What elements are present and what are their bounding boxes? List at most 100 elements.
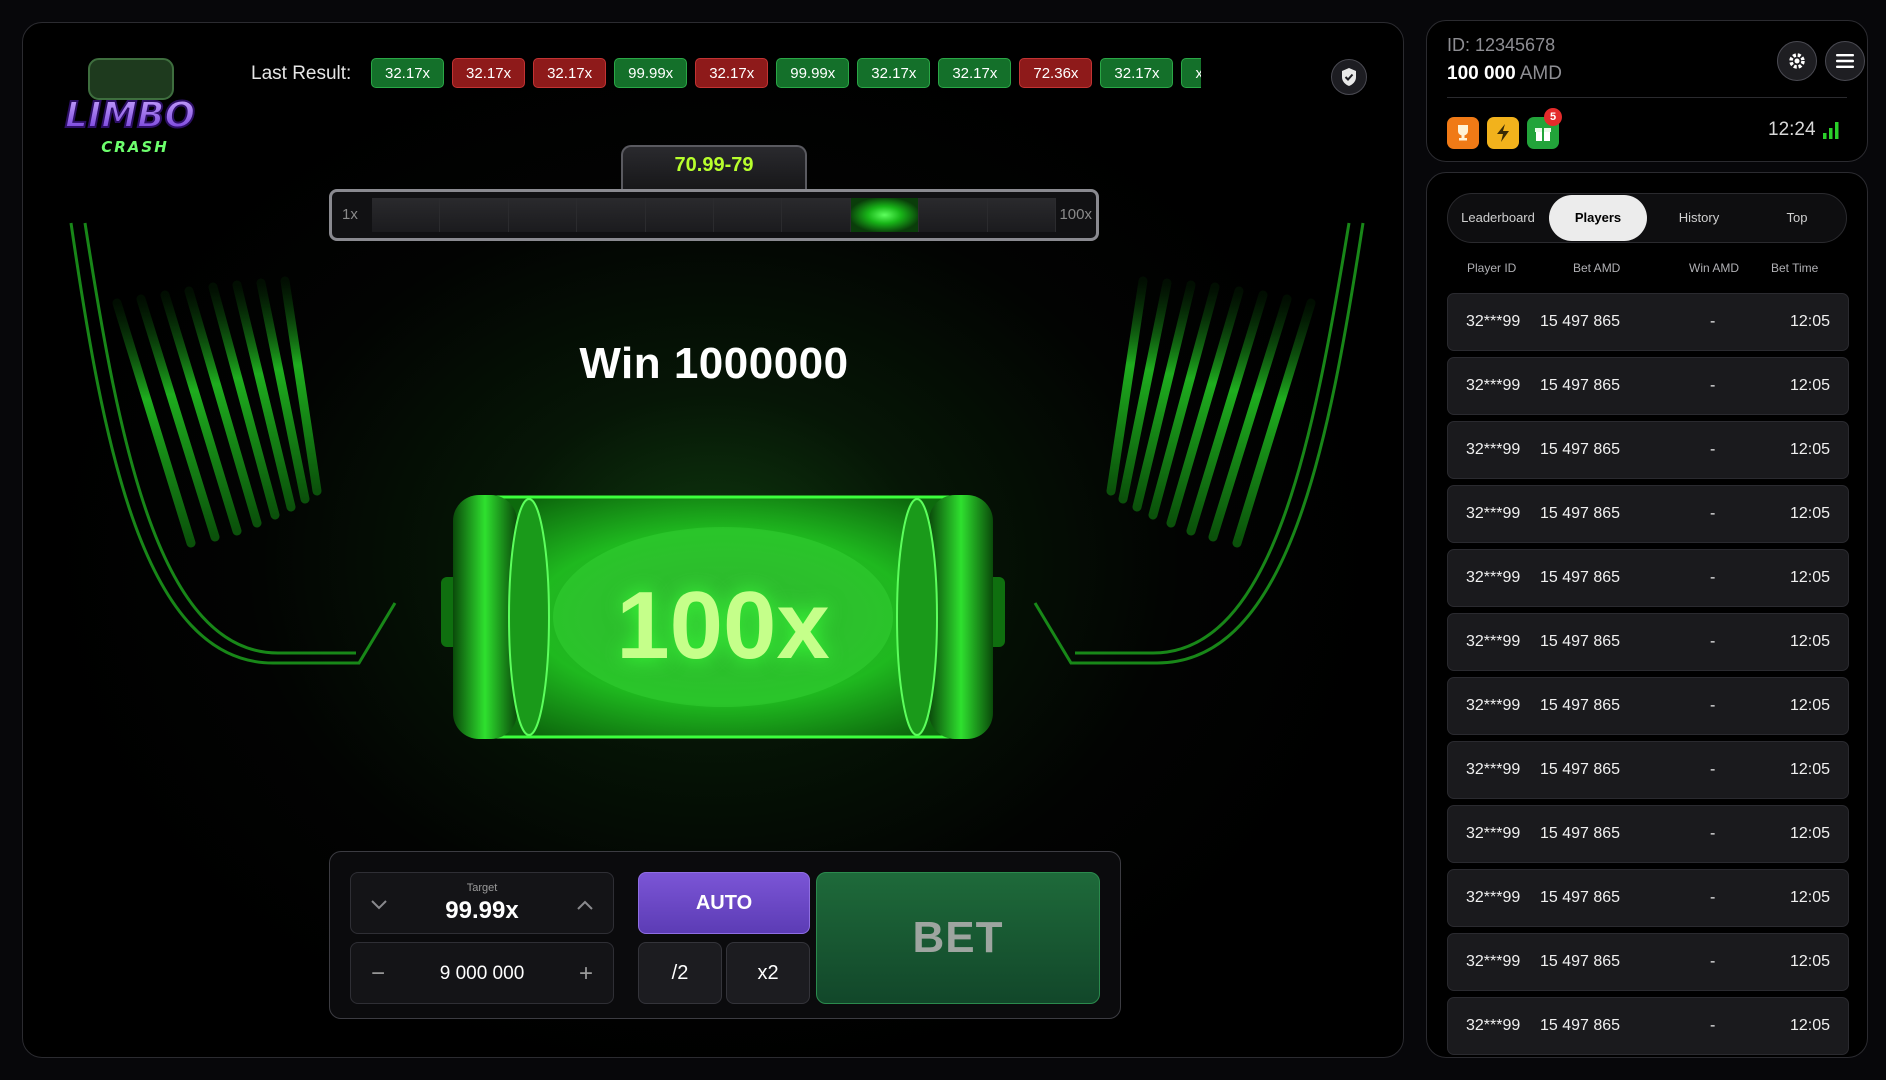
chevron-up-icon xyxy=(577,900,593,910)
row-bet-time: 12:05 xyxy=(1789,953,1830,970)
last-result-chip: 72.36x xyxy=(1019,58,1093,88)
row-win: - xyxy=(1710,953,1716,970)
bet-amount-value[interactable]: 9 000 000 xyxy=(351,963,613,985)
range-segment xyxy=(782,198,851,232)
lightning-icon xyxy=(1497,124,1509,142)
row-player-id: 32***99 xyxy=(1466,633,1521,650)
row-bet: 15 497 865 xyxy=(1540,761,1621,778)
row-bet-time: 12:05 xyxy=(1789,697,1830,714)
target-increase-button[interactable] xyxy=(571,891,599,919)
menu-button[interactable] xyxy=(1825,41,1865,81)
row-bet: 15 497 865 xyxy=(1540,697,1621,714)
row-player-id: 32***99 xyxy=(1466,569,1521,586)
row-bet-time: 12:05 xyxy=(1789,377,1830,394)
clock: 12:24 xyxy=(1768,119,1816,140)
last-result-chip: 32.17x xyxy=(857,58,931,88)
player-row: 32***99 15 497 865 - 12:05 xyxy=(1447,741,1849,799)
shield-icon xyxy=(1342,68,1356,86)
range-segment-active xyxy=(850,198,920,232)
row-bet-time: 12:05 xyxy=(1789,761,1830,778)
row-bet: 15 497 865 xyxy=(1540,441,1621,458)
svg-text:LIMBO: LIMBO xyxy=(65,95,195,136)
bet-button[interactable]: BET xyxy=(816,872,1100,1004)
row-win: - xyxy=(1710,441,1716,458)
row-bet: 15 497 865 xyxy=(1540,569,1621,586)
tab-top[interactable]: Top xyxy=(1748,194,1846,242)
increase-amount-button[interactable]: + xyxy=(579,960,593,988)
trophy-button[interactable] xyxy=(1447,117,1479,149)
lightning-button[interactable] xyxy=(1487,117,1519,149)
row-bet-time: 12:05 xyxy=(1789,569,1830,586)
tab-leaderboard[interactable]: Leaderboard xyxy=(1448,194,1548,242)
settings-button[interactable] xyxy=(1777,41,1817,81)
player-row: 32***99 15 497 865 - 12:05 xyxy=(1447,549,1849,607)
range-segment xyxy=(577,198,646,232)
row-player-id: 32***99 xyxy=(1466,761,1521,778)
row-win: - xyxy=(1710,825,1716,842)
range-segment xyxy=(645,198,715,232)
row-bet-time: 12:05 xyxy=(1789,633,1830,650)
range-min-label: 1x xyxy=(342,206,358,223)
row-bet: 15 497 865 xyxy=(1540,505,1621,522)
last-result-label: Last Result: xyxy=(251,63,352,84)
row-win: - xyxy=(1710,633,1716,650)
column-win: Win AMD xyxy=(1689,261,1740,275)
player-row: 32***99 15 497 865 - 12:05 xyxy=(1447,421,1849,479)
column-bet-time: Bet Time xyxy=(1771,261,1819,275)
halve-bet-button[interactable]: /2 xyxy=(638,942,722,1004)
row-win: - xyxy=(1710,697,1716,714)
bet-amount-field[interactable]: − 9 000 000 + xyxy=(350,942,614,1004)
svg-text:CRASH: CRASH xyxy=(101,138,169,156)
column-bet: Bet AMD xyxy=(1573,261,1621,275)
row-win: - xyxy=(1710,1017,1716,1034)
hamburger-menu-icon xyxy=(1836,54,1854,68)
last-result-chip: 32.17x xyxy=(695,58,769,88)
player-row: 32***99 15 497 865 - 12:05 xyxy=(1447,677,1849,735)
multiplier-battery: 100x xyxy=(417,467,1029,767)
signal-icon xyxy=(1823,122,1839,139)
row-bet-time: 12:05 xyxy=(1789,889,1830,906)
row-player-id: 32***99 xyxy=(1466,697,1521,714)
row-bet-time: 12:05 xyxy=(1789,505,1830,522)
range-segment xyxy=(440,198,509,232)
balance: 100 000 AMD xyxy=(1447,63,1562,85)
player-row: 32***99 15 497 865 - 12:05 xyxy=(1447,357,1849,415)
players-tabs: Leaderboard Players History Top xyxy=(1447,193,1847,243)
row-bet: 15 497 865 xyxy=(1540,313,1621,330)
row-player-id: 32***99 xyxy=(1466,1017,1521,1034)
player-row: 32***99 15 497 865 - 12:05 xyxy=(1447,869,1849,927)
row-player-id: 32***99 xyxy=(1466,953,1521,970)
player-row: 32***99 15 497 865 - 12:05 xyxy=(1447,997,1849,1055)
balance-currency: AMD xyxy=(1519,63,1562,84)
row-player-id: 32***99 xyxy=(1466,313,1521,330)
row-player-id: 32***99 xyxy=(1466,505,1521,522)
row-bet: 15 497 865 xyxy=(1540,377,1621,394)
gift-icon xyxy=(1535,128,1551,141)
last-results-strip: 32.17x 32.17x 32.17x 99.99x 32.17x 99.99x 32.1… xyxy=(371,58,1201,88)
last-result-chip: 32.17x xyxy=(1100,58,1174,88)
target-multiplier-field[interactable]: Target 99.99x xyxy=(350,872,614,934)
player-row: 32***99 15 497 865 - 12:05 xyxy=(1447,613,1849,671)
player-row: 32***99 15 497 865 - 12:05 xyxy=(1447,805,1849,863)
row-win: - xyxy=(1710,761,1716,778)
last-result-chip: 32.17x xyxy=(371,58,445,88)
row-bet-time: 12:05 xyxy=(1789,441,1830,458)
row-bet-time: 12:05 xyxy=(1789,1017,1830,1034)
row-win: - xyxy=(1710,505,1716,522)
tab-history[interactable]: History xyxy=(1648,194,1750,242)
player-row: 32***99 15 497 865 - 12:05 xyxy=(1447,933,1849,991)
row-bet: 15 497 865 xyxy=(1540,953,1621,970)
last-result-chip: 32.17x xyxy=(452,58,526,88)
row-bet: 15 497 865 xyxy=(1540,1017,1621,1034)
tab-players[interactable]: Players xyxy=(1549,195,1647,241)
last-result-chip: 32.17x xyxy=(938,58,1012,88)
auto-button[interactable]: AUTO xyxy=(638,872,810,934)
row-win: - xyxy=(1710,313,1716,330)
row-bet: 15 497 865 xyxy=(1540,889,1621,906)
limbo-crash-logo: LIMBO CRASH xyxy=(64,58,196,156)
double-bet-button[interactable]: x2 xyxy=(726,942,810,1004)
provably-fair-button[interactable] xyxy=(1331,59,1367,95)
range-segment xyxy=(372,198,441,232)
players-panel: Leaderboard Players History Top Player I… xyxy=(1426,172,1868,1058)
bet-controls: Target 99.99x − 9 000 000 + AUTO /2 x2 B… xyxy=(329,851,1121,1019)
